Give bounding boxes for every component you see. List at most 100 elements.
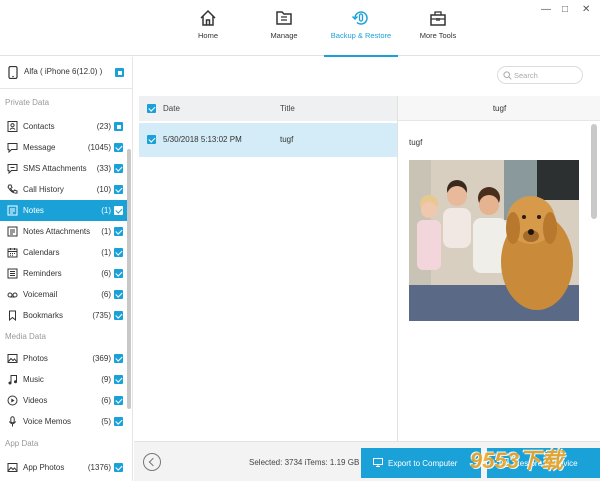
- sidebar-item-checkbox[interactable]: [114, 396, 123, 405]
- maximize-button[interactable]: □: [562, 4, 568, 15]
- sidebar-item-label: Photos: [23, 354, 48, 363]
- sidebar-item-label: Message: [23, 143, 56, 152]
- sidebar-item-label: Reminders: [23, 269, 62, 278]
- detail-scrollbar[interactable]: [591, 124, 597, 219]
- column-header-title[interactable]: Title: [280, 104, 295, 113]
- sidebar-item-count: (1045): [87, 143, 111, 152]
- phone-device-icon: [8, 66, 18, 79]
- sidebar-item-label: Bookmarks: [23, 311, 64, 320]
- sidebar-item-label: Voicemail: [23, 290, 58, 299]
- sidebar-item-photos[interactable]: Photos (369): [0, 348, 127, 369]
- sidebar-item-count: (735): [92, 311, 111, 320]
- sidebar-item-checkbox[interactable]: [114, 227, 123, 236]
- notes-attachment-icon: [7, 226, 18, 237]
- table-row[interactable]: 5/30/2018 5:13:02 PM tugf: [139, 123, 397, 157]
- row-title: tugf: [280, 135, 294, 144]
- row-date: 5/30/2018 5:13:02 PM: [163, 135, 242, 144]
- sidebar-item-count: (369): [92, 354, 111, 363]
- sidebar-item-voicemail[interactable]: Voicemail (6): [0, 284, 127, 305]
- sidebar-item-videos[interactable]: Videos (6): [0, 390, 127, 411]
- sidebar-item-bookmarks[interactable]: Bookmarks (735): [0, 305, 127, 326]
- notes-table-header: Date Title: [139, 96, 397, 121]
- sidebar-item-label: Contacts: [23, 122, 55, 131]
- sidebar-item-count: (6): [101, 290, 111, 299]
- backup-restore-icon: [351, 11, 368, 25]
- sidebar-item-label: Notes Attachments: [23, 227, 91, 236]
- detail-title: tugf: [409, 138, 423, 147]
- sidebar-item-notes-attachments[interactable]: Notes Attachments (1): [0, 221, 127, 242]
- phone-icon: [7, 184, 18, 194]
- sidebar-item-reminders[interactable]: Reminders (6): [0, 263, 127, 284]
- music-icon: [8, 375, 17, 385]
- sidebar-item-contacts[interactable]: Contacts (23): [0, 116, 127, 137]
- sidebar-item-checkbox[interactable]: [114, 143, 123, 152]
- sidebar-scrollbar[interactable]: [127, 149, 131, 409]
- back-button[interactable]: [143, 453, 161, 471]
- sidebar-item-call-history[interactable]: Call History (10): [0, 179, 127, 200]
- notes-icon: [7, 205, 18, 216]
- sidebar-item-count: (33): [96, 164, 111, 173]
- sidebar-item-checkbox[interactable]: [114, 185, 123, 194]
- sidebar-item-voice-memos[interactable]: Voice Memos (5): [0, 411, 127, 432]
- export-button-label: Export to Computer: [388, 459, 458, 468]
- sidebar-item-count: (1): [101, 227, 111, 236]
- sidebar-item-count: (9): [101, 375, 111, 384]
- photos-icon: [7, 354, 18, 363]
- sidebar-item-label: Videos: [23, 396, 48, 405]
- nav-more-tools[interactable]: More Tools: [393, 0, 483, 56]
- sidebar-item-app-photos[interactable]: App Photos (1376): [0, 457, 127, 478]
- bookmark-icon: [9, 310, 16, 321]
- sidebar-item-message[interactable]: Message (1045): [0, 137, 127, 158]
- device-select-all-checkbox[interactable]: [115, 68, 124, 77]
- sidebar-item-count: (6): [101, 396, 111, 405]
- folder-icon: [276, 11, 292, 25]
- note-detail-pane: tugf tugf: [397, 96, 600, 441]
- sidebar-item-label: SMS Attachments: [23, 164, 87, 173]
- reminders-icon: [7, 268, 18, 279]
- sidebar-item-count: (1376): [87, 463, 111, 472]
- sidebar-item-checkbox[interactable]: [114, 354, 123, 363]
- home-icon: [200, 9, 216, 26]
- row-checkbox[interactable]: [147, 135, 156, 144]
- nav-more-tools-label: More Tools: [419, 31, 457, 40]
- app-window: Home Manage Backup & Restore More Tools: [0, 0, 600, 481]
- device-selector[interactable]: Alfa ( iPhone 6(12.0) ): [0, 57, 133, 89]
- search-icon: [503, 71, 512, 80]
- select-all-checkbox[interactable]: [147, 104, 156, 113]
- sidebar-item-checkbox[interactable]: [114, 311, 123, 320]
- sidebar-item-label: Call History: [23, 185, 64, 194]
- sidebar-item-calendars[interactable]: Calendars (1): [0, 242, 127, 263]
- sidebar-item-checkbox[interactable]: [114, 206, 123, 215]
- toolbox-icon: [430, 11, 446, 26]
- sidebar-item-checkbox[interactable]: [114, 290, 123, 299]
- sidebar-item-label: App Photos: [23, 463, 65, 472]
- microphone-icon: [8, 416, 17, 427]
- column-header-date[interactable]: Date: [163, 104, 180, 113]
- sidebar-item-checkbox[interactable]: [114, 269, 123, 278]
- voicemail-icon: [7, 292, 18, 298]
- close-button[interactable]: ✕: [582, 4, 590, 15]
- section-media-data: Media Data: [5, 332, 46, 341]
- contacts-icon: [7, 121, 18, 132]
- export-to-computer-button[interactable]: Export to Computer: [361, 448, 481, 478]
- sms-attachment-icon: [7, 164, 18, 174]
- minimize-button[interactable]: —: [541, 4, 551, 15]
- sidebar-item-checkbox[interactable]: [114, 463, 123, 472]
- app-photos-icon: [7, 463, 18, 472]
- sidebar-item-checkbox[interactable]: [114, 248, 123, 257]
- sidebar-item-checkbox[interactable]: [114, 417, 123, 426]
- video-icon: [7, 395, 18, 406]
- selection-summary: Selected: 3734 iTems: 1.19 GB: [249, 458, 360, 467]
- search-box[interactable]: Search: [497, 66, 583, 84]
- sidebar-item-label: Music: [23, 375, 44, 384]
- sidebar-item-count: (1): [101, 206, 111, 215]
- sidebar-item-checkbox[interactable]: [114, 122, 123, 131]
- sidebar-item-music[interactable]: Music (9): [0, 369, 127, 390]
- sidebar-item-checkbox[interactable]: [114, 164, 123, 173]
- site-watermark: 9553下载: [470, 448, 563, 473]
- device-name: Alfa ( iPhone 6(12.0) ): [24, 67, 103, 76]
- sidebar-item-count: (10): [96, 185, 111, 194]
- sidebar-item-checkbox[interactable]: [114, 375, 123, 384]
- sidebar-item-sms-attachments[interactable]: SMS Attachments (33): [0, 158, 127, 179]
- sidebar-item-notes[interactable]: Notes (1): [0, 200, 127, 221]
